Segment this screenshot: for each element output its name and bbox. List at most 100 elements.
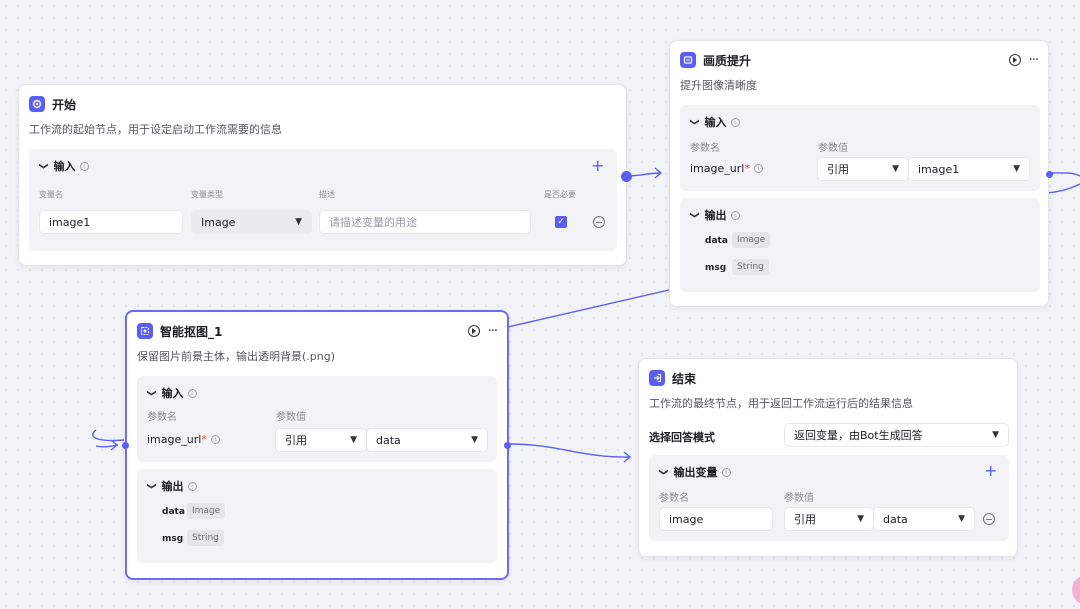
col-required: 是否必要 xyxy=(544,190,576,199)
more-icon[interactable]: ··· xyxy=(1029,54,1039,67)
col-var-type: 变量类型 xyxy=(191,190,223,199)
output-port[interactable] xyxy=(504,442,511,449)
input-label: 输入 xyxy=(704,116,727,129)
ref-type-value: 引用 xyxy=(827,163,849,176)
run-icon[interactable] xyxy=(467,325,480,337)
cutout-node[interactable]: 智能抠图_1 ··· 保留图片前景主体，输出透明背景(.png) ❯ 输入 i … xyxy=(122,310,511,580)
end-node[interactable]: 结束 工作流的最终节点，用于返回工作流运行后的结果信息 选择回答模式 返回变量，… xyxy=(638,358,1018,557)
cutout-node-header: 智能抠图_1 ··· xyxy=(137,322,498,340)
description-input[interactable]: 请描述变量的用途 xyxy=(319,210,531,234)
answer-mode-label: 选择回答模式 xyxy=(649,431,715,444)
enhance-node[interactable]: 画质提升 ··· 提升图像清晰度 ❯ 输入 i 参数名 参数值 image_ur… xyxy=(669,40,1053,307)
chevron-down-icon[interactable]: ❯ xyxy=(38,162,48,170)
run-icon[interactable] xyxy=(1008,54,1021,66)
cutout-icon xyxy=(137,323,153,339)
output-panel: ❯ 输出 i data Image msg String xyxy=(137,469,497,563)
wire-enhance-to-cutout xyxy=(507,289,670,328)
chevron-down-icon[interactable]: ❯ xyxy=(689,211,699,219)
end-node-header: 结束 xyxy=(649,369,1007,387)
chevron-down-icon: ▼ xyxy=(958,514,965,524)
chevron-down-icon: ▼ xyxy=(295,217,302,227)
output-panel-header[interactable]: ❯ 输出 i xyxy=(689,207,740,223)
node-description: 保留图片前景主体，输出透明背景(.png) xyxy=(137,350,336,363)
col-param-name: 参数名 xyxy=(147,412,177,423)
info-icon[interactable]: i xyxy=(79,161,89,171)
ref-type-select[interactable]: 引用 ▼ xyxy=(784,507,874,531)
output-name: data xyxy=(705,236,728,246)
chevron-down-icon[interactable]: ❯ xyxy=(146,389,156,397)
chevron-down-icon: ▼ xyxy=(1013,164,1020,174)
var-name-input[interactable]: image1 xyxy=(39,210,183,234)
output-type-tag: Image xyxy=(732,232,771,248)
info-icon[interactable]: i xyxy=(210,435,220,444)
node-title: 智能抠图_1 xyxy=(160,324,223,339)
col-var-name: 变量名 xyxy=(39,190,63,199)
ref-type-value: 引用 xyxy=(285,434,307,447)
col-param-value: 参数值 xyxy=(276,412,306,423)
col-param-value: 参数值 xyxy=(784,493,814,504)
add-variable-icon[interactable]: + xyxy=(591,158,604,174)
chevron-down-icon: ▼ xyxy=(471,435,478,445)
param-name-label: image_url * i xyxy=(147,433,220,446)
answer-mode-value: 返回变量，由Bot生成回答 xyxy=(794,429,923,442)
output-vars-header[interactable]: ❯ 输出变量 i xyxy=(658,464,731,480)
add-output-var-icon[interactable]: + xyxy=(984,463,997,479)
start-icon xyxy=(29,96,45,112)
ref-value-select[interactable]: data ▼ xyxy=(366,428,488,452)
node-description: 提升图像清晰度 xyxy=(680,79,757,92)
node-title: 开始 xyxy=(52,97,77,112)
ref-value: data xyxy=(376,433,401,447)
input-panel-header[interactable]: ❯ 输入 i xyxy=(146,385,197,401)
output-vars-label: 输出变量 xyxy=(673,466,718,479)
output-type-tag: Image xyxy=(187,503,226,519)
node-title: 画质提升 xyxy=(703,53,752,68)
node-title: 结束 xyxy=(672,371,697,386)
info-icon[interactable]: i xyxy=(187,388,197,398)
start-node[interactable]: 开始 工作流的起始节点，用于设定启动工作流需要的信息 ❯ 输入 i + 变量名 … xyxy=(18,84,632,266)
var-type-select[interactable]: Image ▼ xyxy=(191,210,312,234)
answer-mode-select[interactable]: 返回变量，由Bot生成回答 ▼ xyxy=(784,423,1009,447)
input-panel-header[interactable]: ❯ 输入 i xyxy=(689,114,740,130)
input-port[interactable] xyxy=(122,442,129,449)
ref-value-select[interactable]: image1 ▼ xyxy=(908,157,1030,181)
output-var-name-input[interactable]: image xyxy=(659,507,773,531)
output-port[interactable] xyxy=(621,171,632,182)
start-node-header: 开始 xyxy=(29,95,616,113)
chevron-down-icon[interactable]: ❯ xyxy=(689,118,699,126)
info-icon[interactable]: i xyxy=(753,164,763,173)
chevron-down-icon[interactable]: ❯ xyxy=(146,482,156,490)
col-param-name: 参数名 xyxy=(690,143,720,154)
arrow-into-end xyxy=(623,451,632,463)
info-icon[interactable]: i xyxy=(730,117,740,127)
output-vars-panel: ❯ 输出变量 i + 参数名 参数值 image 引用 ▼ data ▼ xyxy=(649,455,1009,541)
assistant-bubble[interactable] xyxy=(1072,575,1080,605)
ref-type-value: 引用 xyxy=(794,513,816,526)
col-param-value: 参数值 xyxy=(818,143,848,154)
remove-variable-icon[interactable] xyxy=(593,216,605,228)
ref-type-select[interactable]: 引用 ▼ xyxy=(817,157,909,181)
info-icon[interactable]: i xyxy=(730,210,740,220)
remove-output-var-icon[interactable] xyxy=(983,513,995,525)
chevron-down-icon: ▼ xyxy=(857,514,864,524)
output-label: 输出 xyxy=(704,209,727,222)
ref-value-select[interactable]: data ▼ xyxy=(873,507,975,531)
col-description: 描述 xyxy=(319,190,335,199)
input-panel-header[interactable]: ❯ 输入 i xyxy=(38,158,89,174)
info-icon[interactable]: i xyxy=(187,481,197,491)
output-port[interactable] xyxy=(1046,171,1053,178)
ref-type-select[interactable]: 引用 ▼ xyxy=(275,428,367,452)
input-panel: ❯ 输入 i 参数名 参数值 image_url * i 引用 ▼ image1 … xyxy=(680,105,1040,191)
required-mark: * xyxy=(744,162,750,175)
node-actions: ··· xyxy=(1008,54,1039,67)
col-param-name: 参数名 xyxy=(659,493,689,504)
chevron-down-icon: ▼ xyxy=(350,435,357,445)
more-icon[interactable]: ··· xyxy=(488,325,498,338)
output-panel-header[interactable]: ❯ 输出 i xyxy=(146,478,197,494)
chevron-down-icon[interactable]: ❯ xyxy=(658,468,668,476)
param-name: image_url xyxy=(147,433,202,446)
arrow-into-enhance xyxy=(654,167,663,179)
param-name: image_url xyxy=(690,162,745,175)
output-panel: ❯ 输出 i data Image msg String xyxy=(680,198,1040,292)
info-icon[interactable]: i xyxy=(721,467,731,477)
required-checkbox[interactable]: ✓ xyxy=(555,216,567,228)
